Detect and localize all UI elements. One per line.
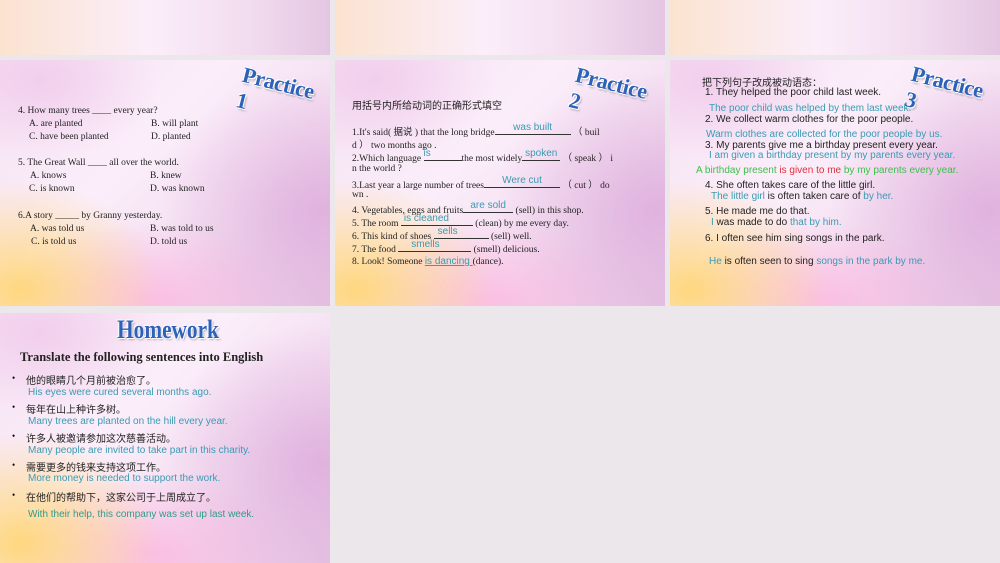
answer-part: songs in the park by me. [816, 256, 926, 267]
bullet-icon: • [12, 431, 16, 441]
answer-part: by my parents every year. [841, 165, 959, 176]
option: B. knew [150, 171, 182, 181]
answer: The little girl is often taken care of b… [711, 191, 893, 202]
exercise-item: 8. Look! Someone is dancing (dance). [352, 256, 504, 267]
answer: is cleaned [403, 213, 449, 224]
item-text: the most widely [461, 154, 523, 164]
option: C. is known [29, 184, 75, 194]
answer: is dancing [424, 256, 473, 267]
answer-part: was made to do [713, 217, 790, 228]
slide-title: Practice 1 [233, 62, 317, 115]
item-continuation: wn . [352, 190, 369, 200]
bullet-icon: • [12, 490, 16, 500]
answer-part: by her. [863, 191, 894, 202]
answer-part: that by him. [789, 217, 842, 228]
chinese-sentence: 每年在山上种许多树。 [26, 405, 126, 416]
slide-title: Homework [117, 315, 219, 344]
translation: Many people are invited to take part in … [28, 445, 251, 456]
chinese-sentence: 许多人被邀请参加这次慈善活动。 [26, 434, 176, 445]
slide-homework[interactable]: Homework Translate the following sentenc… [0, 313, 330, 563]
slide-thumbnail[interactable] [0, 0, 330, 55]
item-text: 2.Which language [352, 154, 424, 164]
answer: smells [411, 239, 440, 250]
sentence: 1. They helped the poor child last week. [705, 87, 882, 98]
item-text: 8. Look! Someone [352, 257, 425, 267]
option: C. have been planted [29, 132, 109, 142]
answer: is [423, 148, 431, 159]
answer: spoken [525, 148, 558, 159]
answer-part: He [709, 256, 722, 267]
slide-title: Practice 2 [566, 62, 650, 115]
answer: The poor child was helped by them last w… [709, 103, 912, 114]
translation: More money is needed to support the work… [28, 473, 221, 484]
item-text: (sell) well. [488, 232, 532, 242]
sentence: 6. I often see him sing songs in the par… [705, 233, 885, 244]
question: 6.A story _____ by Granny yesterday. [18, 211, 163, 221]
bullet-icon: • [12, 460, 16, 470]
instruction: 用括号内所给动词的正确形式填空 [352, 101, 502, 112]
translation: With their help, this company was set up… [28, 509, 255, 520]
slide-thumbnail[interactable] [335, 0, 665, 55]
slide-title: Practice 3 [902, 61, 986, 114]
option: C. is told us [31, 237, 77, 247]
slide-thumbnail[interactable] [670, 0, 1000, 55]
item-text: (sell) in this shop. [513, 206, 584, 216]
exercise-item: 3.Last year a large number of trees Were … [352, 175, 610, 191]
answer-part: is often seen to sing [721, 256, 817, 267]
translation: His eyes were cured several months ago. [28, 387, 212, 398]
answer: was built [513, 122, 553, 133]
translation: Many trees are planted on the hill every… [28, 416, 228, 427]
option: A. was told us [30, 224, 85, 234]
chinese-sentence: 他的眼睛几个月前被治愈了。 [26, 376, 156, 387]
answer-part: is given to me [779, 165, 842, 176]
sentence: 5. He made me do that. [705, 206, 810, 217]
item-continuation: n the world ? [352, 164, 402, 174]
answer: I was made to do that by him. [711, 217, 842, 228]
item-text: 5. The room [352, 219, 401, 229]
item-text: (dance). [472, 257, 504, 267]
exercise-item: 1.It's said( 据说 ) that the long bridge wa… [352, 122, 600, 138]
item-text: （ speak ） i [560, 154, 613, 164]
option: B. was told to us [150, 224, 214, 234]
question: 4. How many trees ____ every year? [18, 106, 158, 116]
item-text: 3.Last year a large number of trees [352, 181, 484, 191]
answer: are sold [470, 200, 506, 211]
bullet-icon: • [12, 402, 16, 412]
answer-part: The little girl [711, 191, 765, 202]
exercise-item: 2.Which language is the most widely spoken… [352, 148, 613, 164]
option: A. knows [30, 171, 67, 181]
answer: I am given a birthday present by my pare… [709, 150, 956, 161]
sentence: 2. We collect warm clothes for the poor … [705, 114, 914, 125]
option: D. was known [150, 184, 205, 194]
bullet-icon: • [12, 373, 16, 383]
item-text: 7. The food [352, 245, 399, 255]
option: B. will plant [151, 119, 199, 129]
answer-part: A birthday present [696, 165, 780, 176]
answer: Were cut [502, 175, 542, 186]
answer-part: is often taken care of [764, 191, 864, 202]
answer: Warm clothes are collected for the poor … [706, 129, 943, 140]
option: D. planted [151, 132, 191, 142]
item-text: （ cut ） do [559, 181, 610, 191]
answer: A birthday present is given to me by my … [696, 165, 958, 176]
chinese-sentence: 在他们的帮助下，这家公司于上周成立了。 [26, 493, 216, 504]
slide-practice-3[interactable]: Practice 3 把下列句子改成被动语态： 1. They helped t… [670, 60, 1000, 306]
chinese-sentence: 需要更多的钱来支持这项工作。 [26, 463, 166, 474]
answer: He is often seen to sing songs in the pa… [709, 256, 925, 267]
question: 5. The Great Wall ____ all over the worl… [18, 158, 179, 168]
exercise-item: 7. The food smells (smell) delicious. [352, 239, 540, 255]
option: D. told us [150, 237, 188, 247]
option: A. are planted [29, 119, 83, 129]
slide-practice-1[interactable]: Practice 1 4. How many trees ____ every … [0, 60, 330, 306]
slide-practice-2[interactable]: Practice 2 用括号内所给动词的正确形式填空 1.It's said( … [335, 60, 665, 306]
sentence: 4. She often takes care of the little gi… [705, 180, 876, 191]
item-text: (smell) delicious. [471, 245, 540, 255]
slide-subtitle: Translate the following sentences into E… [20, 350, 264, 364]
item-text: （ buil [570, 128, 600, 138]
answer: sells [437, 226, 458, 237]
